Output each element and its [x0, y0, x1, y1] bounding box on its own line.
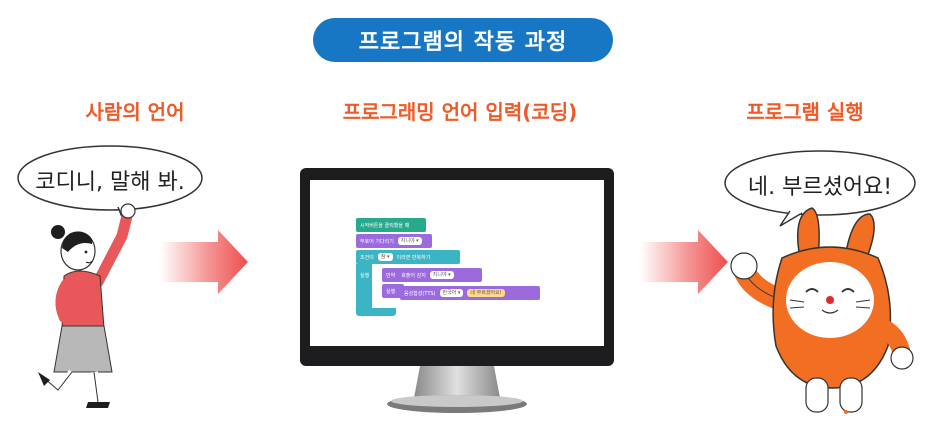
code-block-repeat: 조건이 참 ▾ 이라면 반복하기	[356, 250, 460, 264]
code-block-if: 만약 호출어 감지 지니야 ▾	[382, 268, 482, 282]
code-block-repeat-end	[356, 308, 396, 316]
code-block-repeat-text: 이라면 반복하기	[396, 254, 431, 261]
monitor-screen: 시작버튼을 클릭했을 때 부호어 기다리기 지니야 ▾ 조건이 참 ▾ 이라면 …	[310, 180, 604, 346]
code-block-condition-text: 조건이	[360, 254, 374, 261]
code-block-start: 시작버튼을 클릭했을 때	[356, 218, 426, 232]
code-block-speak-chip: 네 부르셨어요!	[467, 289, 505, 297]
code-block-if-chip: 지니야 ▾	[429, 271, 454, 279]
speech-text-left: 코디니, 말해 봐.	[35, 170, 185, 195]
arrow-right-icon	[640, 230, 728, 294]
arrow-right-icon	[160, 230, 248, 294]
code-block-condition-chip: 참 ▾	[377, 253, 393, 261]
code-block-speak: 음성합성(TTS) 한국어 ▾ 네 부르셨어요!	[400, 286, 540, 300]
code-block-if-label: 만약	[386, 272, 396, 279]
code-block-wait: 부호어 기다리기 지니야 ▾	[356, 234, 432, 248]
code-block-wait-text: 부호어 기다리기	[360, 238, 394, 245]
speech-text-right: 네. 부르셨어요!	[747, 175, 893, 200]
code-block-run2-text: 실행	[386, 288, 396, 295]
girl-illustration	[38, 203, 136, 408]
code-block-start-text: 시작버튼을 클릭했을 때	[360, 222, 410, 229]
code-block-run-text: 실행	[360, 272, 370, 279]
code-block-speak-text: 음성합성(TTS)	[404, 290, 436, 297]
code-block-lang-chip: 한국어 ▾	[439, 289, 464, 297]
code-block-if-text: 호출어 감지	[401, 272, 426, 279]
orange-character-illustration	[730, 207, 914, 414]
code-block-wait-chip: 지니야 ▾	[397, 237, 422, 245]
